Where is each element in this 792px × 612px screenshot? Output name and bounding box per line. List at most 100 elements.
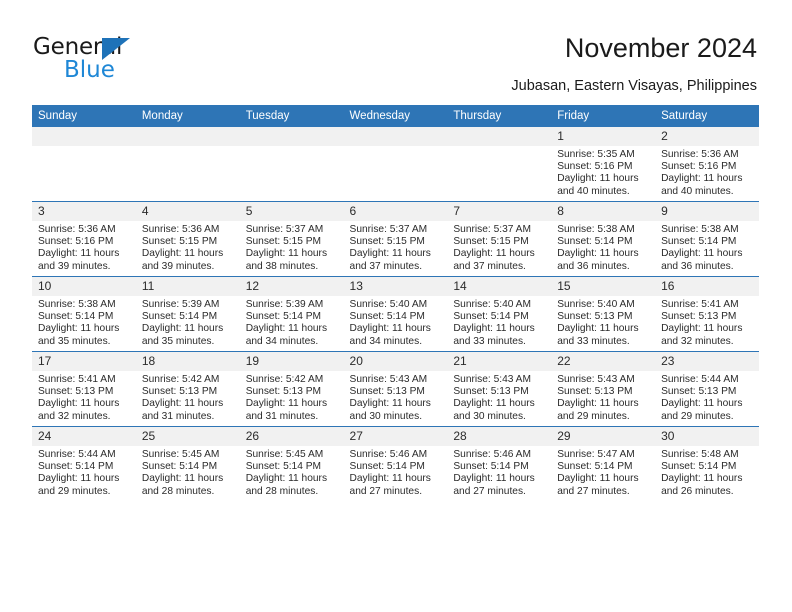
calendar-table: Sunday Monday Tuesday Wednesday Thursday… (32, 105, 759, 501)
day-number (32, 127, 136, 146)
daylight-text: Daylight: 11 hours and 36 minutes. (557, 248, 639, 272)
calendar-day-cell[interactable]: 30 Sunrise: 5:48 AM Sunset: 5:14 PM Dayligh… (655, 426, 759, 501)
day-number: 21 (447, 352, 552, 371)
daylight-text: Daylight: 11 hours and 27 minutes. (349, 473, 431, 497)
day-number: 20 (343, 352, 448, 371)
calendar-day-cell[interactable]: 16 Sunrise: 5:41 AM Sunset: 5:13 PM Dayligh… (655, 276, 759, 352)
calendar-day-cell[interactable]: 12 Sunrise: 5:39 AM Sunset: 5:14 PM Dayligh… (239, 276, 344, 352)
sunrise-text: Sunrise: 5:42 AM (141, 374, 220, 385)
day-number: 26 (239, 427, 344, 446)
calendar-day-cell[interactable]: 26 Sunrise: 5:45 AM Sunset: 5:14 PM Dayligh… (239, 426, 344, 501)
calendar-day-cell[interactable]: 11 Sunrise: 5:39 AM Sunset: 5:14 PM Dayligh… (135, 276, 240, 352)
daylight-text: Daylight: 11 hours and 39 minutes. (141, 248, 224, 272)
calendar-day-cell[interactable]: 18 Sunrise: 5:42 AM Sunset: 5:13 PM Dayligh… (135, 351, 240, 427)
daylight-text: Daylight: 11 hours and 30 minutes. (349, 398, 431, 422)
day-details: Sunrise: 5:43 AM Sunset: 5:13 PM Daylight:… (344, 371, 448, 423)
sunset-text: Sunset: 5:13 PM (349, 386, 425, 398)
calendar-day-cell[interactable]: 25 Sunrise: 5:45 AM Sunset: 5:14 PM Dayligh… (135, 426, 240, 501)
day-details: Sunrise: 5:40 AM Sunset: 5:14 PM Daylight:… (344, 296, 448, 348)
page-header: General Blue November 2024 Jubasan, East… (0, 0, 792, 100)
calendar-day-cell[interactable]: 14 Sunrise: 5:40 AM Sunset: 5:14 PM Dayligh… (447, 276, 552, 352)
daylight-text: Daylight: 11 hours and 27 minutes. (453, 473, 535, 497)
daylight-text: Daylight: 11 hours and 26 minutes. (661, 473, 743, 497)
day-number: 3 (32, 202, 136, 221)
sunset-text: Sunset: 5:16 PM (38, 236, 114, 248)
day-details: Sunrise: 5:36 AM Sunset: 5:16 PM Daylight:… (655, 146, 759, 198)
calendar-day-cell-empty (239, 127, 344, 202)
sunset-text: Sunset: 5:13 PM (557, 311, 633, 323)
sunrise-text: Sunrise: 5:36 AM (141, 224, 220, 235)
calendar-day-cell[interactable]: 29 Sunrise: 5:47 AM Sunset: 5:14 PM Dayligh… (551, 426, 656, 501)
weekday-header-sunday: Sunday (32, 105, 136, 127)
calendar-day-cell[interactable]: 13 Sunrise: 5:40 AM Sunset: 5:14 PM Dayligh… (343, 276, 448, 352)
daylight-text: Daylight: 11 hours and 33 minutes. (557, 323, 639, 347)
sunset-text: Sunset: 5:13 PM (141, 386, 218, 398)
calendar-day-cell[interactable]: 22 Sunrise: 5:43 AM Sunset: 5:13 PM Dayligh… (551, 351, 656, 427)
day-details: Sunrise: 5:36 AM Sunset: 5:16 PM Daylight:… (32, 221, 136, 273)
calendar-day-cell[interactable]: 7 Sunrise: 5:37 AM Sunset: 5:15 PM Daylight… (447, 201, 552, 277)
day-number: 15 (551, 277, 656, 296)
calendar-head: Sunday Monday Tuesday Wednesday Thursday… (32, 105, 759, 127)
day-number: 27 (343, 427, 448, 446)
sunset-text: Sunset: 5:13 PM (661, 311, 737, 323)
sunset-text: Sunset: 5:13 PM (557, 386, 633, 398)
day-details: Sunrise: 5:46 AM Sunset: 5:14 PM Daylight:… (344, 446, 448, 498)
day-number: 22 (551, 352, 656, 371)
calendar-day-cell[interactable]: 1 Sunrise: 5:35 AM Sunset: 5:16 PM Daylight… (551, 127, 656, 202)
sunset-text: Sunset: 5:16 PM (661, 161, 737, 173)
calendar-day-cell[interactable]: 2 Sunrise: 5:36 AM Sunset: 5:16 PM Daylight… (655, 127, 759, 202)
daylight-text: Daylight: 11 hours and 31 minutes. (245, 398, 328, 422)
calendar-day-cell[interactable]: 6 Sunrise: 5:37 AM Sunset: 5:15 PM Daylight… (343, 201, 448, 277)
calendar-day-cell[interactable]: 28 Sunrise: 5:46 AM Sunset: 5:14 PM Dayligh… (447, 426, 552, 501)
calendar-body: 1 Sunrise: 5:35 AM Sunset: 5:16 PM Daylight… (32, 127, 759, 501)
day-details: Sunrise: 5:48 AM Sunset: 5:14 PM Daylight:… (655, 446, 759, 498)
day-number: 6 (343, 202, 448, 221)
sunset-text: Sunset: 5:14 PM (557, 236, 633, 248)
sunrise-text: Sunrise: 5:36 AM (661, 149, 739, 160)
sunrise-text: Sunrise: 5:39 AM (245, 299, 324, 310)
sunset-text: Sunset: 5:14 PM (661, 236, 737, 248)
day-details: Sunrise: 5:38 AM Sunset: 5:14 PM Daylight:… (551, 221, 655, 273)
calendar-day-cell[interactable]: 20 Sunrise: 5:43 AM Sunset: 5:13 PM Dayligh… (343, 351, 448, 427)
sunrise-text: Sunrise: 5:40 AM (349, 299, 428, 310)
calendar-day-cell[interactable]: 10 Sunrise: 5:38 AM Sunset: 5:14 PM Dayligh… (32, 276, 136, 352)
weekday-header-monday: Monday (135, 105, 240, 127)
calendar-day-cell[interactable]: 24 Sunrise: 5:44 AM Sunset: 5:14 PM Dayligh… (32, 426, 136, 501)
sunrise-text: Sunrise: 5:43 AM (557, 374, 635, 385)
day-number: 9 (655, 202, 759, 221)
daylight-text: Daylight: 11 hours and 34 minutes. (245, 323, 328, 347)
calendar-day-cell[interactable]: 23 Sunrise: 5:44 AM Sunset: 5:13 PM Dayligh… (655, 351, 759, 427)
day-number: 29 (551, 427, 656, 446)
sunrise-text: Sunrise: 5:39 AM (141, 299, 220, 310)
daylight-text: Daylight: 11 hours and 38 minutes. (245, 248, 328, 272)
day-number: 7 (447, 202, 552, 221)
daylight-text: Daylight: 11 hours and 33 minutes. (453, 323, 535, 347)
sunset-text: Sunset: 5:15 PM (349, 236, 425, 248)
calendar-day-cell-empty (343, 127, 448, 202)
calendar-day-cell[interactable]: 8 Sunrise: 5:38 AM Sunset: 5:14 PM Daylight… (551, 201, 656, 277)
sunrise-text: Sunrise: 5:41 AM (38, 374, 116, 385)
calendar-day-cell[interactable]: 27 Sunrise: 5:46 AM Sunset: 5:14 PM Dayligh… (343, 426, 448, 501)
generalblue-logo[interactable]: General Blue (33, 34, 223, 86)
sunrise-text: Sunrise: 5:38 AM (557, 224, 635, 235)
calendar-day-cell[interactable]: 5 Sunrise: 5:37 AM Sunset: 5:15 PM Daylight… (239, 201, 344, 277)
sunset-text: Sunset: 5:14 PM (661, 461, 737, 473)
sunset-text: Sunset: 5:15 PM (141, 236, 218, 248)
sunset-text: Sunset: 5:13 PM (661, 386, 737, 398)
calendar-day-cell[interactable]: 21 Sunrise: 5:43 AM Sunset: 5:13 PM Dayligh… (447, 351, 552, 427)
daylight-text: Daylight: 11 hours and 31 minutes. (141, 398, 224, 422)
calendar-day-cell[interactable]: 15 Sunrise: 5:40 AM Sunset: 5:13 PM Dayligh… (551, 276, 656, 352)
calendar-day-cell[interactable]: 4 Sunrise: 5:36 AM Sunset: 5:15 PM Daylight… (135, 201, 240, 277)
sunrise-text: Sunrise: 5:40 AM (453, 299, 531, 310)
calendar-day-cell[interactable]: 3 Sunrise: 5:36 AM Sunset: 5:16 PM Daylight… (32, 201, 136, 277)
sunrise-text: Sunrise: 5:37 AM (453, 224, 531, 235)
day-details: Sunrise: 5:39 AM Sunset: 5:14 PM Daylight:… (240, 296, 344, 348)
calendar-day-cell[interactable]: 19 Sunrise: 5:42 AM Sunset: 5:13 PM Dayligh… (239, 351, 344, 427)
calendar-day-cell[interactable]: 9 Sunrise: 5:38 AM Sunset: 5:14 PM Daylight… (655, 201, 759, 277)
day-number: 25 (135, 427, 240, 446)
daylight-text: Daylight: 11 hours and 29 minutes. (38, 473, 120, 497)
daylight-text: Daylight: 11 hours and 35 minutes. (38, 323, 120, 347)
calendar-week-row: 17 Sunrise: 5:41 AM Sunset: 5:13 PM Dayligh… (32, 351, 759, 427)
calendar-day-cell[interactable]: 17 Sunrise: 5:41 AM Sunset: 5:13 PM Dayligh… (32, 351, 136, 427)
sunrise-text: Sunrise: 5:44 AM (38, 449, 116, 460)
